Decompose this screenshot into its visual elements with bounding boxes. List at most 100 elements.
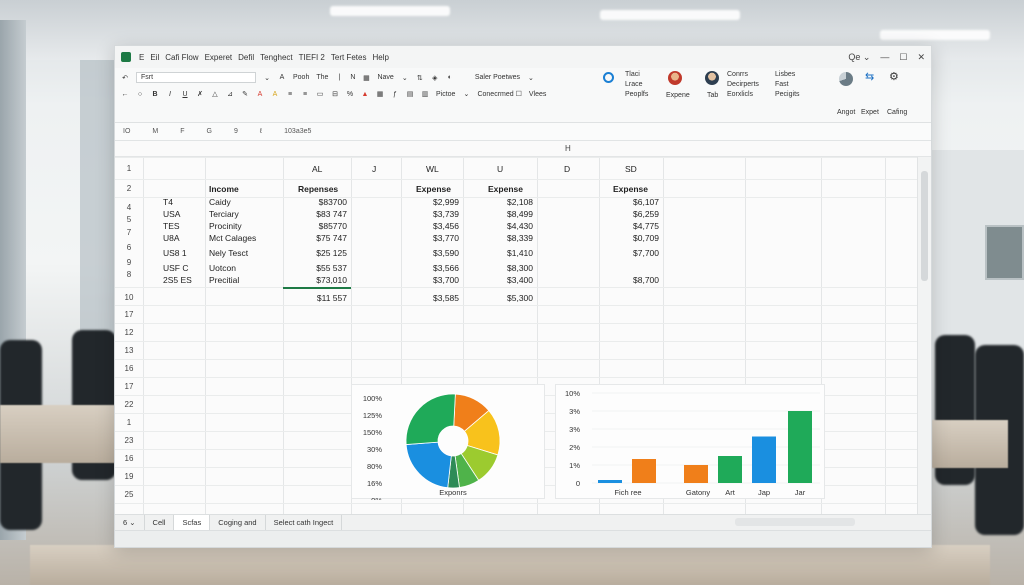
merge-icon[interactable]: ⊟ (331, 90, 339, 98)
row-number[interactable]: 1 (115, 418, 143, 427)
spreadsheet-grid[interactable]: 1 2 4 5 7 6 9 8 10 17 12 13 16 17 22 1 2… (115, 157, 919, 514)
cell[interactable]: $75 747 (283, 233, 347, 243)
cell[interactable]: $83 747 (283, 209, 347, 219)
sheet-nav[interactable]: 6 ⌄ (115, 514, 145, 531)
export-button[interactable]: Expet (861, 108, 879, 118)
expense-header[interactable]: Expense (416, 184, 451, 194)
align-left-icon[interactable]: ≡ (286, 91, 294, 98)
cell[interactable]: USF C (163, 263, 189, 273)
cell[interactable]: $55 537 (283, 263, 347, 273)
sheet-tab[interactable]: Cell (145, 514, 175, 531)
expenses-header[interactable]: Repenses (298, 184, 338, 194)
row-number[interactable]: 23 (115, 436, 143, 445)
cell[interactable]: $3,770 (401, 233, 459, 243)
cell[interactable]: $83700 (283, 197, 347, 207)
ribbon-command[interactable]: Lisbes (775, 70, 800, 80)
filter-icon[interactable]: ◈ (431, 74, 439, 82)
cell[interactable]: Uotcon (209, 263, 236, 273)
cell[interactable]: $4,430 (463, 221, 533, 231)
calling-button[interactable]: Cafing (887, 108, 907, 118)
cell[interactable]: $8,339 (463, 233, 533, 243)
sheet-tab-active[interactable]: Scfas (174, 514, 211, 531)
font-color-icon[interactable]: A (256, 91, 264, 98)
column-header[interactable]: AL (312, 164, 322, 174)
table-format-icon[interactable]: ▥ (421, 90, 429, 98)
cell-styles-button[interactable]: Saler Poetwes (475, 74, 520, 81)
row-number[interactable]: 22 (115, 400, 143, 409)
cell[interactable]: $3,590 (401, 248, 459, 258)
table-icon[interactable]: ▦ (362, 74, 370, 82)
expense-header[interactable]: Expense (488, 184, 523, 194)
pencil-icon[interactable]: ✎ (241, 90, 249, 98)
cell[interactable]: T4 (163, 197, 173, 207)
ribbon-command[interactable]: Peoplfs (625, 90, 648, 100)
ribbon-command[interactable]: Tlaci (625, 70, 648, 80)
percent-icon[interactable]: % (346, 91, 354, 98)
bold-icon[interactable]: B (151, 91, 159, 98)
total-cell[interactable]: $11 557 (283, 293, 347, 303)
bar-chart[interactable]: 10% 3% 3% 2% 1% 0 Fich ree Gatony Art Jap Jar (555, 384, 825, 499)
bar[interactable] (598, 480, 622, 483)
cell[interactable]: $3,566 (401, 263, 459, 273)
name-box[interactable]: IO (123, 128, 130, 135)
fx-icon[interactable]: ƒ (391, 91, 399, 98)
row-number[interactable]: 16 (115, 364, 143, 373)
donut-chart[interactable]: 100% 125% 150% 30% 80% 16% 0% Exponrs (351, 384, 545, 505)
sort-icon[interactable]: ⇅ (416, 74, 424, 82)
ribbon-command[interactable]: Decirperts (727, 80, 759, 90)
sheet-tab[interactable]: Select cath Ingect (266, 514, 343, 531)
cell[interactable]: $4,775 (599, 221, 659, 231)
paste-button[interactable]: Pooh (293, 74, 309, 81)
cell[interactable]: $25 125 (283, 248, 347, 258)
donut-slice[interactable] (405, 393, 456, 445)
back-icon[interactable]: ← (121, 91, 129, 98)
grow-font-icon[interactable]: A (278, 74, 286, 81)
row-number[interactable]: 12 (115, 328, 143, 337)
column-header[interactable]: D (564, 164, 570, 174)
cell[interactable]: $6,259 (599, 209, 659, 219)
vertical-scrollbar[interactable] (917, 157, 931, 514)
formula-input[interactable]: 103a3e5 (284, 128, 311, 135)
chart-icon[interactable]: ▲ (361, 91, 369, 98)
menu-item[interactable]: Defil (238, 53, 254, 62)
dropdown-icon[interactable]: ⌄ (527, 74, 535, 82)
cell[interactable]: $8,700 (599, 275, 659, 285)
close-button[interactable]: ✕ (917, 52, 925, 63)
income-header[interactable]: Income (209, 184, 239, 194)
scrollbar-thumb[interactable] (921, 171, 928, 281)
column-header[interactable]: U (497, 164, 503, 174)
cell[interactable]: $7,700 (599, 248, 659, 258)
cell[interactable]: TES (163, 221, 180, 231)
cell[interactable]: $8,499 (463, 209, 533, 219)
border-icon[interactable]: ⊿ (226, 90, 234, 98)
account-menu[interactable]: Qe ⌄ (848, 52, 870, 63)
donut-slice[interactable] (405, 441, 452, 489)
row-number[interactable]: 8 (115, 270, 143, 279)
row-number[interactable]: 7 (115, 228, 143, 237)
bold-button[interactable]: N (350, 74, 355, 81)
sheet-icon[interactable]: ▤ (406, 90, 414, 98)
menu-item[interactable]: TIEFI 2 (299, 53, 325, 62)
minimize-button[interactable]: — (880, 52, 889, 63)
cell[interactable]: Nely Tesct (209, 248, 248, 258)
cell[interactable]: $3,400 (463, 275, 533, 285)
name-button[interactable]: Nave (377, 74, 393, 81)
dropdown-icon[interactable]: ⌄ (401, 74, 409, 82)
views-button[interactable]: Vlees (529, 91, 547, 98)
cell[interactable]: Terciary (209, 209, 239, 219)
fill-color-icon[interactable]: △ (211, 90, 219, 98)
person-avatar-icon[interactable] (668, 71, 682, 85)
cell[interactable]: $0,709 (599, 233, 659, 243)
column-header[interactable]: J (372, 164, 376, 174)
bar[interactable] (718, 456, 742, 483)
row-number[interactable]: 13 (115, 346, 143, 355)
formula-bar-item[interactable]: M (152, 128, 158, 135)
ribbon-command[interactable]: Conrrs (727, 70, 759, 80)
menu-item[interactable]: Tenghect (260, 53, 292, 62)
underline-icon[interactable]: U (181, 91, 189, 98)
undo-icon[interactable]: ↶ (121, 74, 129, 82)
row-number[interactable]: 5 (115, 215, 143, 224)
font-size-dropdown-icon[interactable]: ⌄ (263, 74, 271, 82)
row-number[interactable]: 17 (115, 310, 143, 319)
total-cell[interactable]: $5,300 (463, 293, 533, 303)
